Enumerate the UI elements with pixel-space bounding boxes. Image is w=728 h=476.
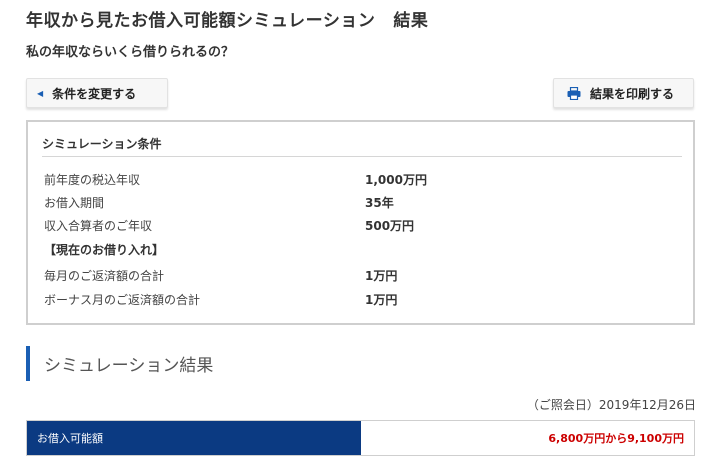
borrowable-amount-label: お借入可能額 bbox=[27, 421, 361, 455]
chevron-left-icon: ◀ bbox=[37, 88, 44, 98]
simulation-conditions-panel: シミュレーション条件 前年度の税込年収 1,000万円 お借入期間 35年 収入… bbox=[26, 120, 695, 325]
condition-label: お借入期間 bbox=[44, 195, 105, 210]
simulation-results-heading: シミュレーション結果 bbox=[26, 346, 213, 381]
print-results-button[interactable]: 結果を印刷する bbox=[553, 78, 694, 108]
page-title: 年収から見たお借入可能額シミュレーション 結果 bbox=[26, 6, 428, 31]
inquiry-date: （ご照会日）2019年12月26日 bbox=[526, 398, 696, 412]
condition-value: 1万円 bbox=[365, 292, 398, 307]
page-title-main: 年収から見たお借入可能額シミュレーション bbox=[26, 11, 376, 31]
condition-row-current-loans-heading: 【現在のお借り入れ】 bbox=[44, 240, 664, 258]
condition-row-monthly-repayment: 毎月のご返済額の合計 1万円 bbox=[44, 266, 664, 284]
page-title-suffix: 結果 bbox=[393, 11, 429, 31]
change-conditions-label: 条件を変更する bbox=[52, 86, 137, 101]
condition-value: 1万円 bbox=[365, 268, 398, 283]
condition-label: 【現在のお借り入れ】 bbox=[44, 242, 165, 257]
condition-label: 毎月のご返済額の合計 bbox=[44, 268, 165, 283]
printer-icon bbox=[567, 86, 581, 100]
condition-row-co-income: 収入合算者のご年収 500万円 bbox=[44, 216, 664, 234]
condition-row-loan-period: お借入期間 35年 bbox=[44, 193, 664, 211]
condition-value: 1,000万円 bbox=[365, 172, 427, 187]
condition-label: ボーナス月のご返済額の合計 bbox=[44, 292, 201, 307]
condition-label: 収入合算者のご年収 bbox=[44, 218, 153, 233]
condition-row-annual-income: 前年度の税込年収 1,000万円 bbox=[44, 170, 664, 188]
condition-value: 500万円 bbox=[365, 218, 415, 233]
result-table: お借入可能額 6,800万円から9,100万円 bbox=[26, 420, 695, 456]
change-conditions-button[interactable]: ◀ 条件を変更する bbox=[26, 78, 168, 108]
condition-label: 前年度の税込年収 bbox=[44, 172, 141, 187]
print-results-label: 結果を印刷する bbox=[590, 86, 675, 101]
borrowable-amount-value: 6,800万円から9,100万円 bbox=[361, 421, 694, 455]
condition-row-bonus-repayment: ボーナス月のご返済額の合計 1万円 bbox=[44, 290, 664, 308]
conditions-heading: シミュレーション条件 bbox=[42, 135, 682, 157]
page-subtitle: 私の年収ならいくら借りられるの？ bbox=[26, 45, 235, 60]
condition-value: 35年 bbox=[365, 195, 394, 210]
